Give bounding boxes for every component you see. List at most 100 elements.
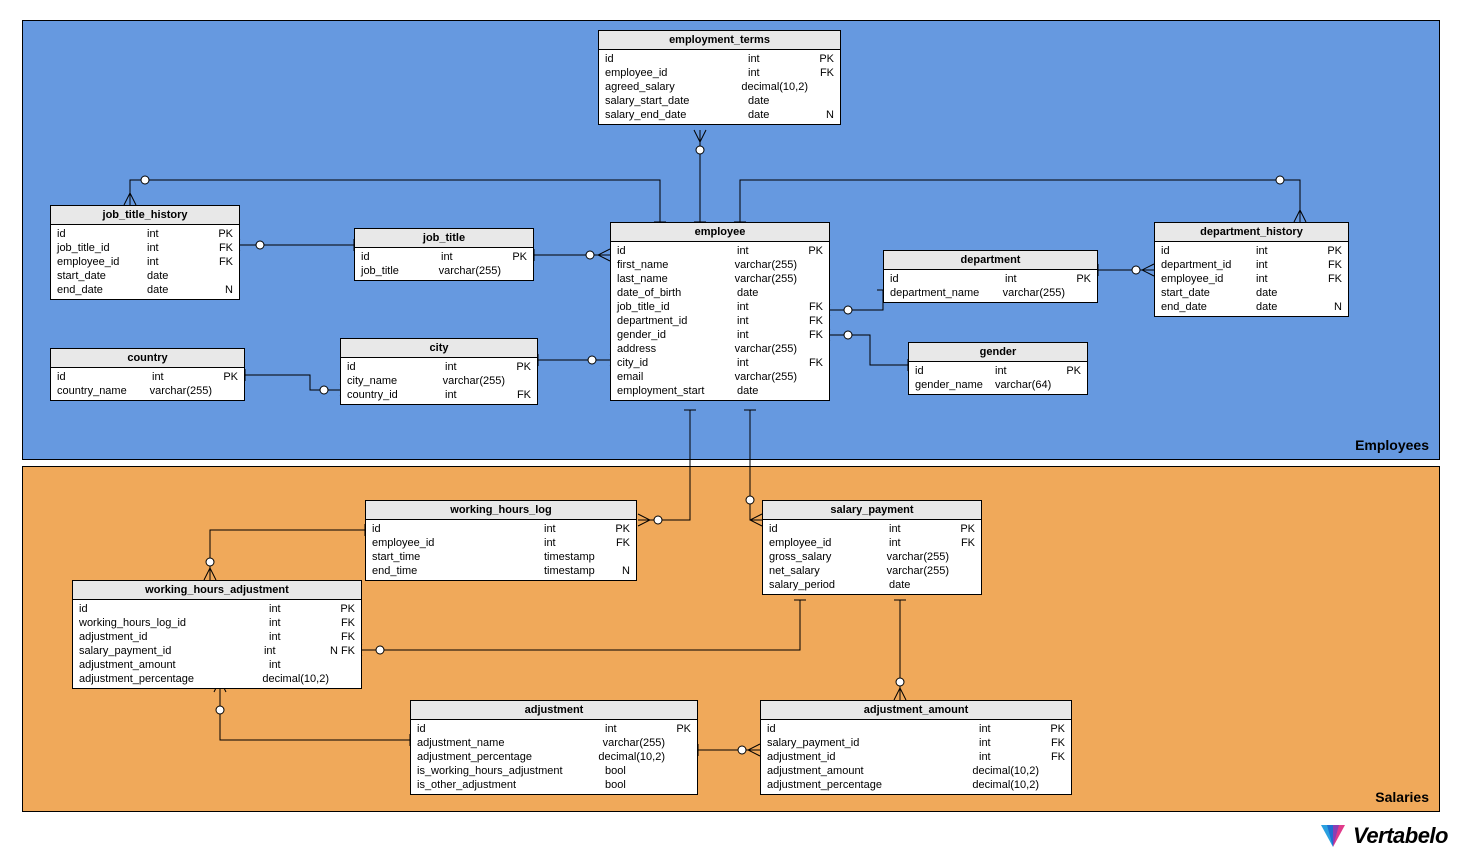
- col-name: start_date: [1161, 287, 1256, 299]
- col-type: varchar(255): [1003, 287, 1071, 299]
- col-name: department_id: [617, 315, 737, 327]
- col-key: PK: [610, 523, 630, 535]
- zone-salaries-label: Salaries: [1375, 789, 1429, 805]
- table-department[interactable]: departmentidintPKdepartment_namevarchar(…: [883, 250, 1098, 303]
- table-row: job_titlevarchar(255): [355, 264, 533, 278]
- col-key: N FK: [330, 645, 355, 657]
- table-row: country_idintFK: [341, 388, 537, 402]
- table-salary_payment[interactable]: salary_paymentidintPKemployee_idintFKgro…: [762, 500, 982, 595]
- table-row: agreed_salarydecimal(10,2): [599, 80, 840, 94]
- table-working_hours_adjustment[interactable]: working_hours_adjustmentidintPKworking_h…: [72, 580, 362, 689]
- table-header: adjustment_amount: [761, 701, 1071, 720]
- col-key: PK: [955, 523, 975, 535]
- col-key: [1045, 765, 1065, 777]
- table-row: department_idintFK: [1155, 258, 1348, 272]
- col-key: [803, 273, 823, 285]
- table-header: job_title_history: [51, 206, 239, 225]
- col-key: PK: [1045, 723, 1065, 735]
- col-key: FK: [610, 537, 630, 549]
- col-type: varchar(255): [887, 565, 955, 577]
- col-name: id: [79, 603, 269, 615]
- col-name: city_name: [347, 375, 443, 387]
- table-header: country: [51, 349, 244, 368]
- col-name: department_name: [890, 287, 1003, 299]
- col-type: varchar(255): [443, 375, 511, 387]
- col-name: date_of_birth: [617, 287, 737, 299]
- col-name: is_working_hours_adjustment: [417, 765, 605, 777]
- table-department_history[interactable]: department_historyidintPKdepartment_idin…: [1154, 222, 1349, 317]
- table-row: adjustment_amountint: [73, 658, 361, 672]
- col-key: PK: [218, 371, 238, 383]
- table-employment_terms[interactable]: employment_termsidintPKemployee_idintFKa…: [598, 30, 841, 125]
- col-name: last_name: [617, 273, 735, 285]
- col-name: id: [361, 251, 441, 263]
- table-row: employment_startdate: [611, 384, 829, 398]
- col-key: FK: [1322, 273, 1342, 285]
- table-employee[interactable]: employeeidintPKfirst_namevarchar(255)las…: [610, 222, 830, 401]
- table-header: job_title: [355, 229, 533, 248]
- table-row: city_namevarchar(255): [341, 374, 537, 388]
- col-type: decimal(10,2): [972, 779, 1045, 791]
- table-job_title_history[interactable]: job_title_historyidintPKjob_title_idintF…: [50, 205, 240, 300]
- col-type: int: [737, 329, 803, 341]
- table-city[interactable]: cityidintPKcity_namevarchar(255)country_…: [340, 338, 538, 405]
- table-gender[interactable]: genderidintPKgender_namevarchar(64): [908, 342, 1088, 395]
- col-key: [671, 779, 691, 791]
- col-name: agreed_salary: [605, 81, 741, 93]
- table-row: gross_salaryvarchar(255): [763, 550, 981, 564]
- table-header: city: [341, 339, 537, 358]
- col-type: int: [269, 603, 335, 615]
- vertabelo-logo-icon: [1319, 823, 1347, 849]
- col-type: int: [544, 537, 610, 549]
- col-type: decimal(10,2): [598, 751, 671, 763]
- table-row: salary_end_datedateN: [599, 108, 840, 122]
- col-type: date: [889, 579, 955, 591]
- col-name: employee_id: [605, 67, 748, 79]
- table-header: working_hours_log: [366, 501, 636, 520]
- col-type: int: [889, 523, 955, 535]
- col-key: [803, 287, 823, 299]
- table-row: city_idintFK: [611, 356, 829, 370]
- table-row: idintPK: [411, 722, 697, 736]
- table-adjustment_amount[interactable]: adjustment_amountidintPKsalary_payment_i…: [760, 700, 1072, 795]
- col-key: [1061, 379, 1081, 391]
- table-job_title[interactable]: job_titleidintPKjob_titlevarchar(255): [354, 228, 534, 281]
- table-row: employee_idintFK: [1155, 272, 1348, 286]
- col-type: varchar(255): [439, 265, 507, 277]
- col-name: city_id: [617, 357, 737, 369]
- table-row: end_timetimestampN: [366, 564, 636, 578]
- col-key: FK: [1045, 737, 1065, 749]
- col-name: employee_id: [372, 537, 544, 549]
- col-name: net_salary: [769, 565, 887, 577]
- col-key: PK: [507, 251, 527, 263]
- table-header: employee: [611, 223, 829, 242]
- col-name: salary_end_date: [605, 109, 748, 121]
- col-key: [610, 551, 630, 563]
- table-row: start_datedate: [51, 269, 239, 283]
- col-key: N: [1322, 301, 1342, 313]
- col-name: gender_id: [617, 329, 737, 341]
- col-key: [335, 659, 355, 671]
- col-type: int: [995, 365, 1061, 377]
- col-type: timestamp: [544, 565, 610, 577]
- col-key: [671, 751, 691, 763]
- col-key: PK: [511, 361, 531, 373]
- col-name: employment_start: [617, 385, 737, 397]
- col-name: id: [605, 53, 748, 65]
- col-name: id: [347, 361, 445, 373]
- col-key: FK: [803, 329, 823, 341]
- col-key: [803, 259, 823, 271]
- col-type: int: [979, 723, 1045, 735]
- table-row: employee_idintFK: [763, 536, 981, 550]
- table-row: end_datedateN: [1155, 300, 1348, 314]
- table-adjustment[interactable]: adjustmentidintPKadjustment_namevarchar(…: [410, 700, 698, 795]
- table-country[interactable]: countryidintPKcountry_namevarchar(255): [50, 348, 245, 401]
- col-name: id: [57, 228, 147, 240]
- col-type: date: [1256, 301, 1322, 313]
- col-key: [955, 565, 975, 577]
- table-working_hours_log[interactable]: working_hours_logidintPKemployee_idintFK…: [365, 500, 637, 581]
- col-name: is_other_adjustment: [417, 779, 605, 791]
- table-row: gender_idintFK: [611, 328, 829, 342]
- col-name: id: [890, 273, 1005, 285]
- col-type: int: [147, 228, 213, 240]
